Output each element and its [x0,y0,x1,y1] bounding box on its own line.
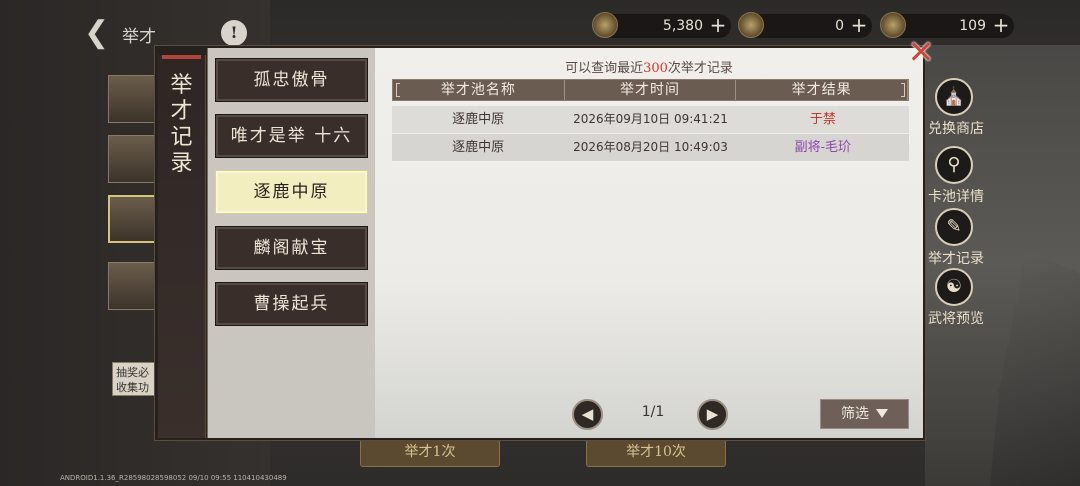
record-content: 可以查询最近300次举才记录 举才池名称 举才时间 举才结果 逐鹿中原 2026… [375,48,923,438]
currency-value: 0 [835,18,844,34]
brush-icon: ✎ [935,208,973,246]
cell-time: 2026年09月10日 09:41:21 [573,112,728,126]
table-body: 逐鹿中原 2026年09月10日 09:41:21 于禁 逐鹿中原 2026年0… [392,106,909,162]
title-char: 才 [170,99,193,124]
hero-preview-icon: ☯ [935,268,973,306]
shop-icon: ⛪ [935,78,973,116]
add-jade-button[interactable]: + [850,15,868,35]
table-row: 逐鹿中原 2026年08月20日 10:49:03 副将-毛玠 [392,134,909,161]
tab-pool-2[interactable]: 唯才是举 十六 [215,114,368,158]
notice-count: 300 [643,61,668,76]
cell-pool: 逐鹿中原 [452,140,505,155]
tab-pool-4[interactable]: 麟阁献宝 [215,226,368,270]
title-char: 记 [170,125,193,150]
shortcut-shop[interactable]: ⛪ 兑换商店 [924,78,984,138]
shortcut-label: 兑换商店 [928,121,984,137]
column-result: 举才结果 [736,80,909,100]
currency-value: 109 [959,18,986,34]
tab-pool-5[interactable]: 曹操起兵 [215,282,368,326]
version-text: ANDROID1.1.36_R28598028598052 09/10 09:5… [60,474,287,482]
currency-coin: 5,380 + [592,12,731,38]
notice-prefix: 可以查询最近 [565,61,644,76]
hero-card[interactable] [108,195,156,243]
header-corner [901,83,905,97]
shortcut-label: 举才记录 [928,251,984,267]
magnifier-icon: ⚲ [935,146,973,184]
add-coin-button[interactable]: + [709,15,727,35]
table-header: 举才池名称 举才时间 举才结果 [392,79,909,101]
notice-suffix: 次举才记录 [667,61,733,76]
add-gem-button[interactable]: + [992,15,1010,35]
jade-icon [738,12,764,38]
record-notice: 可以查询最近300次举才记录 [375,57,923,76]
shortcut-label: 武将预览 [928,311,984,327]
column-time: 举才时间 [565,80,737,100]
filter-label: 筛选 [841,406,869,422]
draw-ten-button[interactable]: 举才10次 [586,437,726,467]
hero-card[interactable] [108,75,156,123]
hero-card[interactable] [108,262,156,310]
shortcut-records[interactable]: ✎ 举才记录 [924,208,984,268]
page-indicator: 1/1 [641,404,665,420]
close-icon[interactable]: ✕ [903,35,939,71]
info-icon[interactable]: ! [221,20,247,46]
cell-time: 2026年08月20日 10:49:03 [573,140,728,154]
title-char: 举 [170,73,193,98]
shortcut-hero-preview[interactable]: ☯ 武将预览 [924,268,984,328]
page-title: 举才 [122,27,156,47]
coin-icon [592,12,618,38]
table-row: 逐鹿中原 2026年09月10日 09:41:21 于禁 [392,106,909,133]
tab-pool-1[interactable]: 孤忠傲骨 [215,58,368,102]
cell-pool: 逐鹿中原 [452,112,505,127]
cell-result: 副将-毛玠 [794,140,852,155]
column-pool-name: 举才池名称 [393,80,565,100]
filter-button[interactable]: 筛选 [820,399,909,429]
currency-value: 5,380 [662,18,703,34]
tab-pool-3[interactable]: 逐鹿中原 [215,170,368,214]
filter-icon [876,409,888,418]
prev-page-button[interactable]: ◀ [572,399,603,430]
hero-card[interactable] [108,135,156,183]
modal-title: 举 才 记 录 [158,55,206,438]
header-corner [396,83,400,97]
title-accent [162,55,201,59]
currency-jade: 0 + [738,12,872,38]
title-char: 录 [170,151,193,176]
draw-once-button[interactable]: 举才1次 [360,437,500,467]
shortcut-label: 卡池详情 [928,189,984,205]
collect-note: 抽奖必 收集功 [112,362,160,396]
next-page-button[interactable]: ▶ [697,399,728,430]
shortcut-pool-details[interactable]: ⚲ 卡池详情 [924,146,984,206]
pool-tab-list: 孤忠傲骨 唯才是举 十六 逐鹿中原 麟阁献宝 曹操起兵 [207,48,375,438]
back-arrow-icon[interactable]: ❮ [84,18,116,48]
cell-result: 于禁 [809,112,836,127]
